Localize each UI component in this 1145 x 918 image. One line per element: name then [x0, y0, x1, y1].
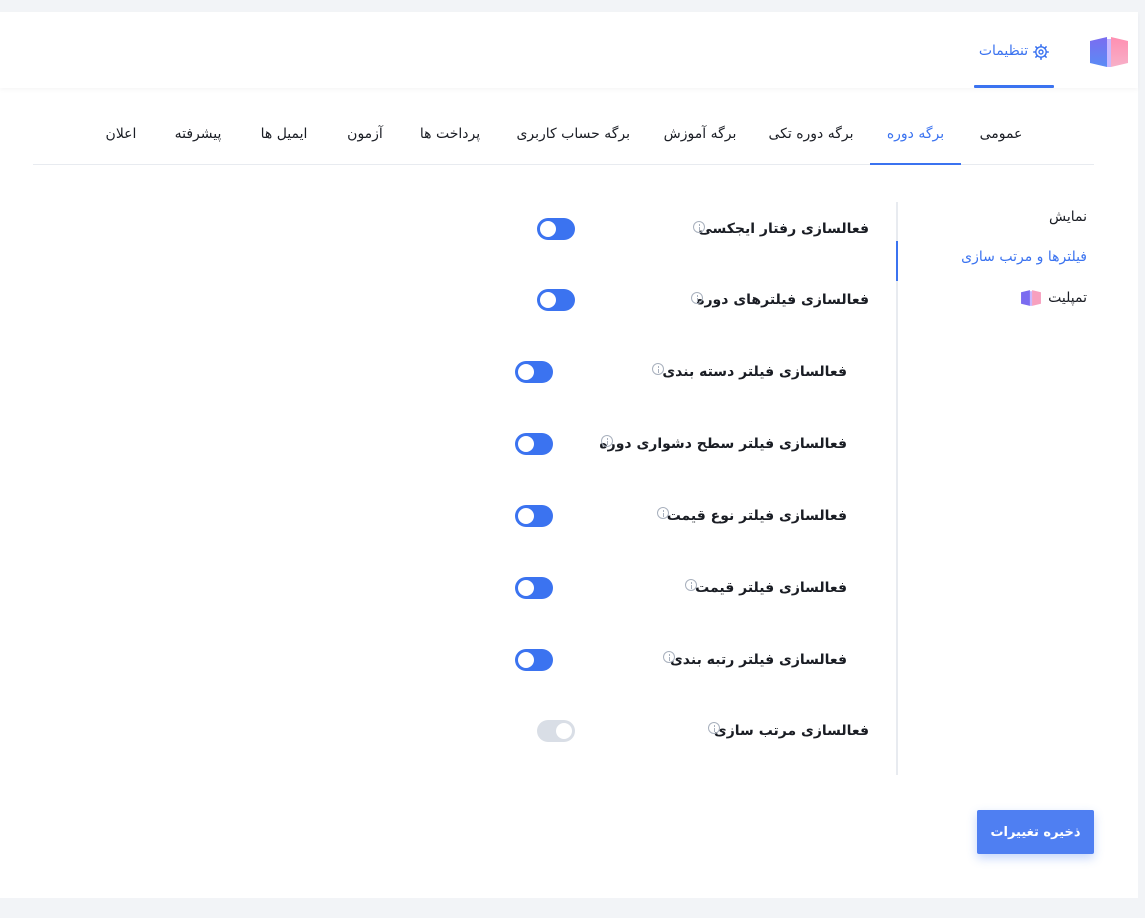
toggle-category-filter[interactable]: [515, 361, 553, 383]
tab-emails[interactable]: ایمیل ها: [255, 112, 313, 164]
sidebar-item-label: فیلترها و مرتب سازی: [961, 249, 1087, 265]
book-logo-icon: [1021, 290, 1042, 306]
info-icon[interactable]: [663, 651, 675, 663]
tab-course-page[interactable]: برگه دوره: [870, 112, 961, 165]
sidebar-active-indicator: [896, 241, 898, 281]
active-tab-underline: [974, 85, 1054, 88]
setting-label: فعالسازی فیلتر دسته بندی: [662, 364, 847, 380]
gear-icon: [1033, 44, 1050, 60]
save-changes-button[interactable]: ذخیره تغییرات: [977, 810, 1094, 854]
tab-advanced[interactable]: پیشرفته: [171, 112, 225, 164]
setting-row: فعالسازی فیلتر دسته بندی: [508, 360, 848, 384]
tab-payments[interactable]: پرداخت ها: [415, 112, 485, 164]
settings-card: تنظیمات عمومی برگه دوره برگه دوره تکی بر…: [0, 12, 1138, 898]
setting-label: فعالسازی فیلتر قیمت: [695, 580, 847, 596]
toggle-price-filter[interactable]: [515, 577, 553, 599]
setting-row: فعالسازی فیلتر نوع قیمت: [508, 504, 848, 528]
tab-bar: عمومی برگه دوره برگه دوره تکی برگه آموزش…: [33, 112, 1094, 165]
sidebar-item-label: نمایش: [1048, 209, 1087, 225]
toggle-rating-filter[interactable]: [515, 649, 553, 671]
setting-row: فعالسازی مرتب سازی: [530, 719, 870, 743]
toggle-knob: [518, 508, 534, 524]
sidebar-item-template[interactable]: تمپلیت: [1020, 289, 1087, 307]
setting-label: فعالسازی فیلتر سطح دشواری دوره: [599, 436, 847, 452]
info-icon[interactable]: [657, 507, 669, 519]
toggle-knob: [540, 221, 556, 237]
tab-quiz[interactable]: آزمون: [345, 112, 385, 164]
info-icon[interactable]: [693, 221, 705, 233]
setting-label: فعالسازی رفتار ایجکسی: [698, 221, 869, 237]
toggle-sorting[interactable]: [537, 720, 575, 742]
sidebar-item-label: تمپلیت: [1048, 290, 1087, 306]
toggle-knob: [518, 436, 534, 452]
setting-label: فعالسازی فیلتر رتبه بندی: [669, 652, 847, 668]
sidebar-divider: [896, 202, 898, 775]
info-icon[interactable]: [708, 722, 720, 734]
toggle-price-type-filter[interactable]: [515, 505, 553, 527]
tab-notification[interactable]: اعلان: [103, 112, 139, 164]
setting-row: فعالسازی فیلتر سطح دشواری دوره: [508, 432, 848, 456]
info-icon[interactable]: [685, 579, 697, 591]
tab-general[interactable]: عمومی: [978, 112, 1024, 164]
tab-settings-top[interactable]: تنظیمات: [974, 36, 1054, 88]
setting-row: فعالسازی فیلتر رتبه بندی: [508, 648, 848, 672]
info-icon[interactable]: [601, 435, 613, 447]
setting-label: فعالسازی فیلترهای دوره: [696, 292, 869, 308]
toggle-course-filters[interactable]: [537, 289, 575, 311]
sidebar-item-display[interactable]: نمایش: [1049, 209, 1087, 225]
toggle-knob: [518, 580, 534, 596]
tab-settings-label: تنظیمات: [978, 43, 1029, 59]
top-bar: تنظیمات: [0, 12, 1138, 88]
tab-single-course-page[interactable]: برگه دوره تکی: [768, 112, 854, 164]
sidebar-item-filters-sorting[interactable]: فیلترها و مرتب سازی: [961, 249, 1087, 265]
toggle-difficulty-filter[interactable]: [515, 433, 553, 455]
toggle-knob: [540, 292, 556, 308]
tab-account-page[interactable]: برگه حساب کاربری: [516, 112, 630, 164]
setting-row: فعالسازی فیلترهای دوره: [530, 288, 870, 312]
info-icon[interactable]: [691, 292, 703, 304]
setting-label: فعالسازی مرتب سازی: [713, 723, 869, 739]
setting-row: فعالسازی رفتار ایجکسی: [530, 217, 870, 241]
setting-label: فعالسازی فیلتر نوع قیمت: [666, 508, 847, 524]
toggle-knob: [518, 364, 534, 380]
toggle-knob: [556, 723, 572, 739]
toggle-ajax[interactable]: [537, 218, 575, 240]
toggle-knob: [518, 652, 534, 668]
book-logo-icon: [1090, 37, 1128, 67]
setting-row: فعالسازی فیلتر قیمت: [508, 576, 848, 600]
tab-lesson-page[interactable]: برگه آموزش: [663, 112, 737, 164]
info-icon[interactable]: [652, 363, 664, 375]
